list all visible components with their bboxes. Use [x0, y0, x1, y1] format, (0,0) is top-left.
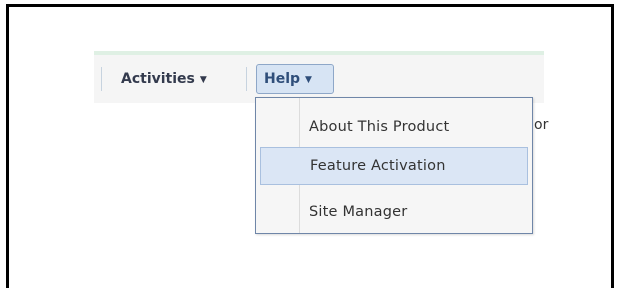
chevron-down-icon: ▼ — [199, 74, 207, 85]
chevron-down-icon: ▼ — [305, 74, 312, 85]
obscured-page-text: or — [534, 117, 549, 133]
menu-item-feature-activation[interactable]: Feature Activation — [260, 147, 528, 185]
activities-menu-label: Activities — [121, 71, 195, 87]
menu-item-site-manager[interactable]: Site Manager — [260, 193, 528, 231]
toolbar-separator — [101, 67, 102, 91]
menu-item-about-this-product[interactable]: About This Product — [260, 108, 528, 146]
toolbar-separator — [246, 67, 247, 91]
help-dropdown-menu: About This Product Feature Activation Si… — [255, 97, 533, 234]
help-menu-button[interactable]: Help ▼ — [256, 64, 334, 94]
help-menu-label: Help — [264, 71, 301, 87]
activities-menu-button[interactable]: Activities ▼ — [121, 64, 207, 94]
